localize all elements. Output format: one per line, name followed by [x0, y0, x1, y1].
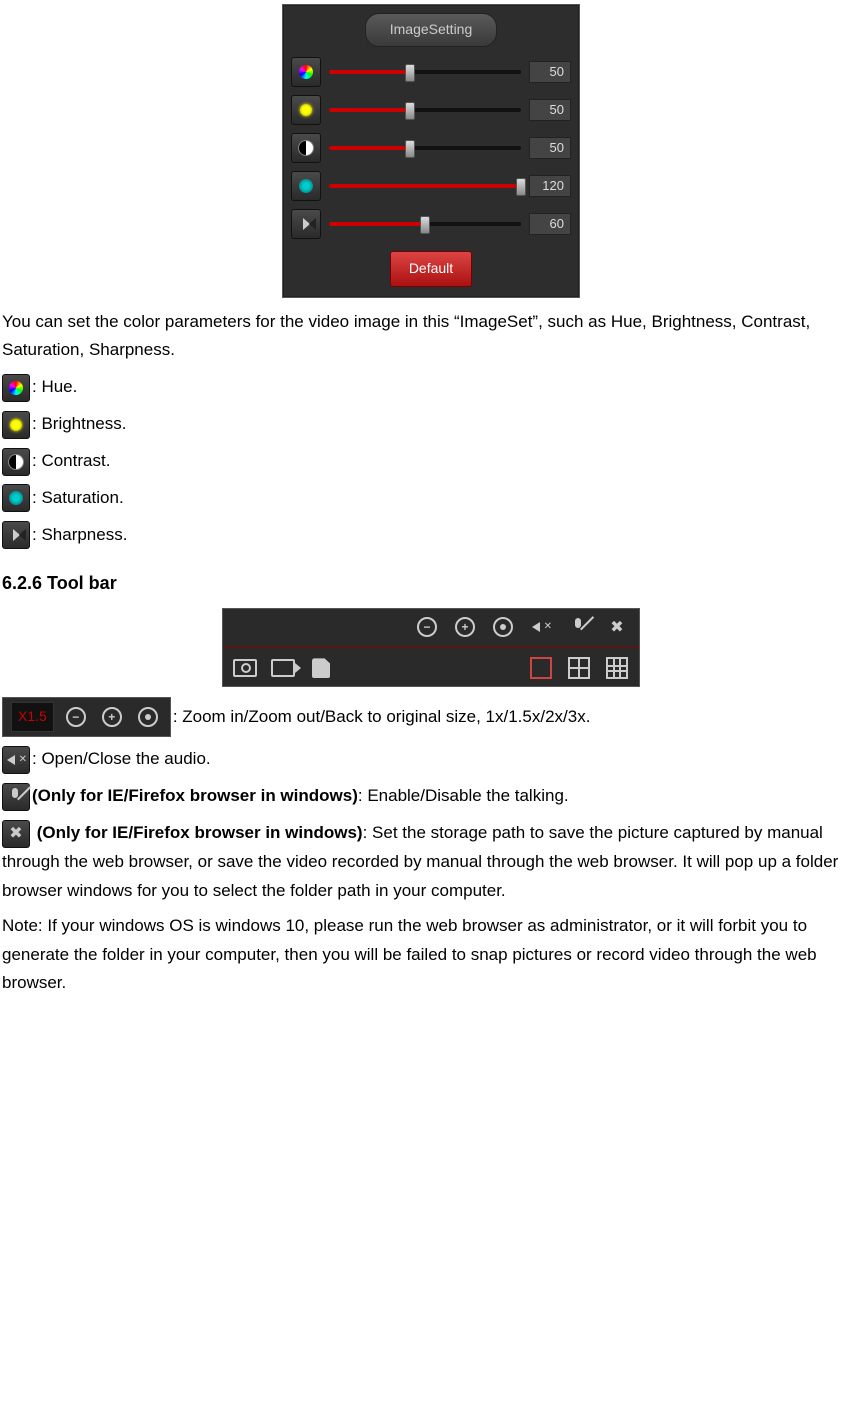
layout-9-icon[interactable]: [603, 656, 631, 680]
contrast-slider[interactable]: [329, 146, 521, 150]
legend-storage: ✖ (Only for IE/Firefox browser in window…: [2, 819, 860, 906]
zoom-widget: X1.5 − +: [2, 697, 171, 737]
note-paragraph: Note: If your windows OS is windows 10, …: [2, 912, 860, 999]
contrast-icon: [2, 448, 30, 476]
zoom-reset-icon[interactable]: [134, 705, 162, 729]
default-button[interactable]: Default: [390, 251, 472, 287]
section-heading-626: 6.2.6 Tool bar: [2, 568, 860, 599]
hue-icon: [2, 374, 30, 402]
saturation-icon: [2, 484, 30, 512]
legend-audio-text: : Open/Close the audio.: [32, 745, 211, 774]
legend-hue: : Hue.: [2, 373, 860, 402]
saturation-slider[interactable]: [329, 184, 521, 188]
sharpness-icon: [291, 209, 321, 239]
mic-mute-icon[interactable]: [565, 615, 593, 639]
imagesetting-tab[interactable]: ImageSetting: [365, 13, 497, 47]
slider-row-saturation: [283, 167, 579, 205]
tools-icon[interactable]: ✖: [603, 615, 631, 639]
zoom-reset-icon[interactable]: [489, 615, 517, 639]
sdcard-icon[interactable]: [307, 656, 335, 680]
brightness-icon: [291, 95, 321, 125]
legend-contrast-text: : Contrast.: [32, 447, 110, 476]
zoom-in-icon[interactable]: +: [451, 615, 479, 639]
hue-slider[interactable]: [329, 70, 521, 74]
zoom-out-icon[interactable]: −: [62, 705, 90, 729]
saturation-icon: [291, 171, 321, 201]
legend-sharpness: : Sharpness.: [2, 521, 860, 550]
brightness-value[interactable]: [529, 99, 571, 121]
contrast-icon: [291, 133, 321, 163]
record-icon[interactable]: [269, 656, 297, 680]
brightness-icon: [2, 411, 30, 439]
legend-zoom: X1.5 − + : Zoom in/Zoom out/Back to orig…: [2, 697, 860, 737]
tools-icon: ✖: [2, 820, 30, 848]
legend-zoom-text: : Zoom in/Zoom out/Back to original size…: [173, 703, 591, 732]
brightness-slider[interactable]: [329, 108, 521, 112]
imagesetting-panel: ImageSetting: [282, 4, 580, 298]
sharpness-value[interactable]: [529, 213, 571, 235]
legend-storage-bold: (Only for IE/Firefox browser in windows): [37, 823, 363, 842]
sharpness-icon: [2, 521, 30, 549]
layout-1-icon[interactable]: [527, 656, 555, 680]
slider-row-brightness: [283, 91, 579, 129]
zoom-in-icon[interactable]: +: [98, 705, 126, 729]
legend-sharpness-text: : Sharpness.: [32, 521, 127, 550]
slider-row-contrast: [283, 129, 579, 167]
legend-brightness: : Brightness.: [2, 410, 860, 439]
legend-talking-bold: (Only for IE/Firefox browser in windows): [32, 786, 358, 805]
legend-hue-text: : Hue.: [32, 373, 77, 402]
legend-brightness-text: : Brightness.: [32, 410, 127, 439]
contrast-value[interactable]: [529, 137, 571, 159]
legend-talking: (Only for IE/Firefox browser in windows)…: [2, 782, 860, 811]
toolbar-figure: − + ✖: [222, 608, 640, 687]
zoom-out-icon[interactable]: −: [413, 615, 441, 639]
zoom-level-label: X1.5: [11, 702, 54, 732]
intro-paragraph: You can set the color parameters for the…: [2, 308, 860, 366]
legend-talking-text: : Enable/Disable the talking.: [358, 786, 569, 805]
slider-row-sharpness: [283, 205, 579, 243]
hue-icon: [291, 57, 321, 87]
legend-contrast: : Contrast.: [2, 447, 860, 476]
slider-row-hue: [283, 53, 579, 91]
snapshot-icon[interactable]: [231, 656, 259, 680]
legend-saturation: : Saturation.: [2, 484, 860, 513]
legend-saturation-text: : Saturation.: [32, 484, 124, 513]
sharpness-slider[interactable]: [329, 222, 521, 226]
saturation-value[interactable]: [529, 175, 571, 197]
audio-mute-icon: [2, 746, 30, 774]
hue-value[interactable]: [529, 61, 571, 83]
audio-mute-icon[interactable]: [527, 615, 555, 639]
layout-4-icon[interactable]: [565, 656, 593, 680]
mic-mute-icon: [2, 783, 30, 811]
legend-audio: : Open/Close the audio.: [2, 745, 860, 774]
